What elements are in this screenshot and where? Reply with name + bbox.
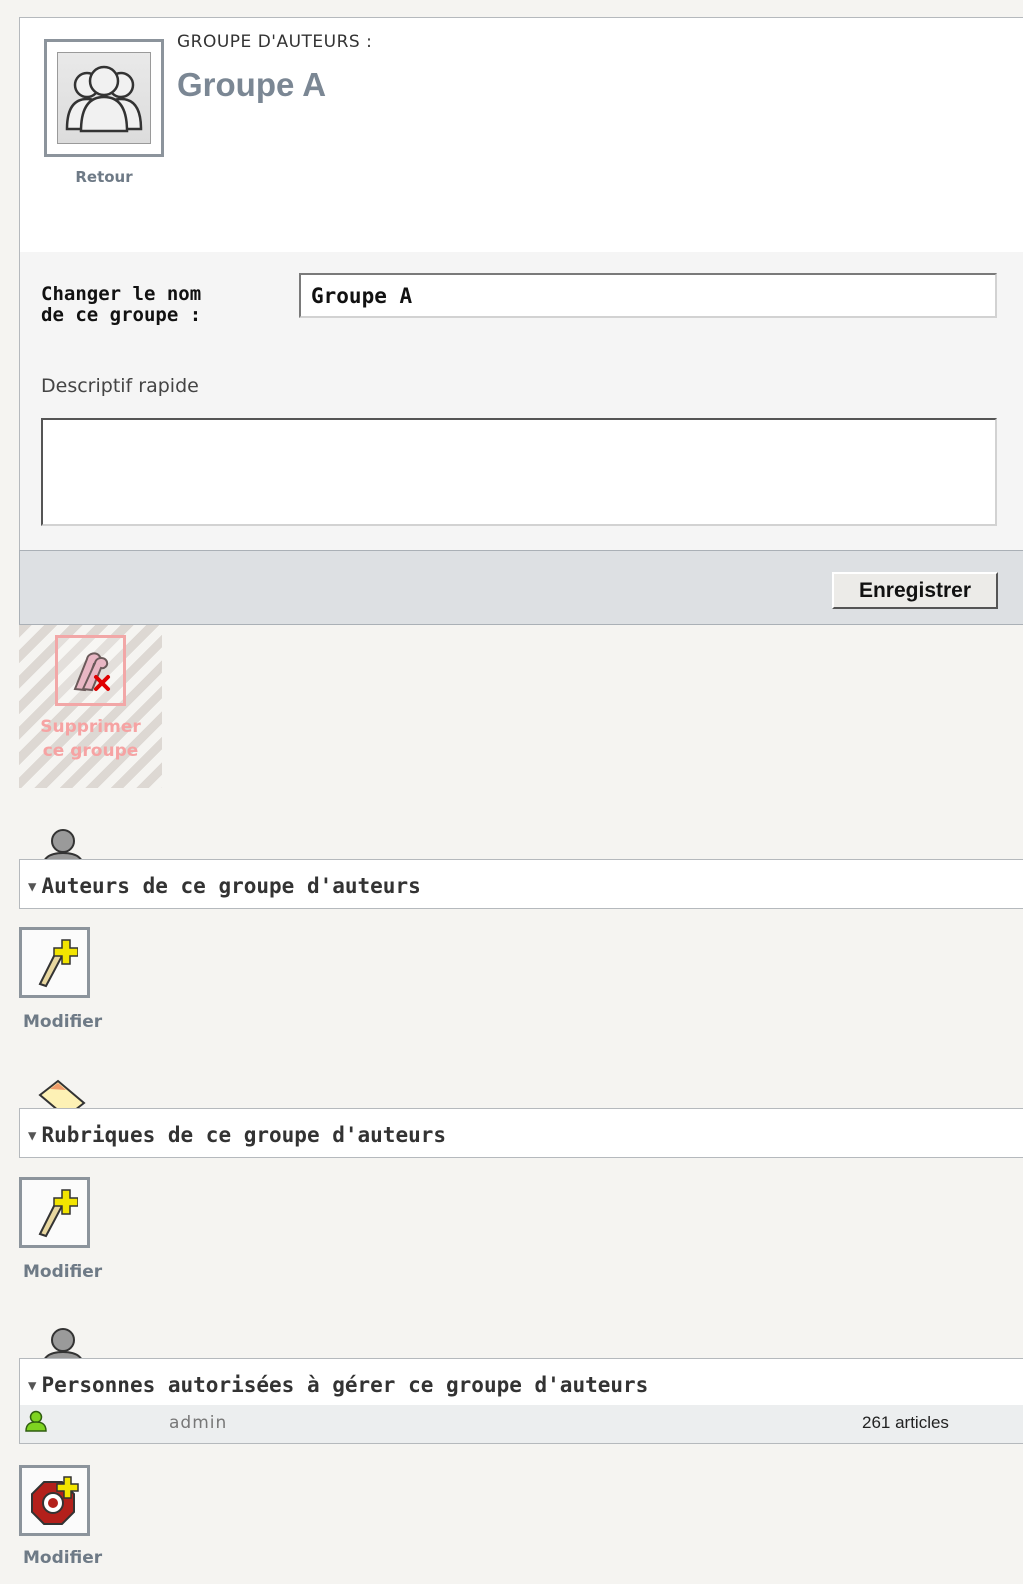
rubriques-section-title[interactable]: ▼ Rubriques de ce groupe d'auteurs (28, 1123, 446, 1147)
delete-label-line2: ce groupe (42, 741, 139, 761)
group-header-box (19, 17, 1023, 253)
group-name-input[interactable] (299, 273, 997, 318)
delete-label-line1: Supprimer (40, 717, 141, 737)
authors-section-label: Auteurs de ce groupe d'auteurs (41, 874, 421, 898)
pen-add-icon (38, 938, 78, 987)
description-textarea[interactable] (41, 418, 997, 526)
group-avatar[interactable] (44, 39, 164, 157)
rubriques-modify-button[interactable] (19, 1177, 90, 1248)
user-green-icon (24, 1410, 48, 1436)
group-users-icon (57, 52, 151, 144)
triangle-down-icon: ▼ (28, 1128, 37, 1144)
pen-add-icon (38, 1188, 78, 1237)
admin-add-icon (30, 1475, 79, 1525)
authors-modify-button[interactable] (19, 927, 90, 998)
name-field-label: Changer le nom de ce groupe : (41, 284, 281, 326)
rubriques-section-label: Rubriques de ce groupe d'auteurs (41, 1123, 447, 1147)
manager-article-count: 261 articles (862, 1413, 949, 1432)
group-kicker: GROUPE D'AUTEURS : (177, 32, 373, 52)
delete-group-label[interactable]: Supprimer ce groupe (19, 715, 162, 763)
description-label: Descriptif rapide (41, 375, 199, 397)
save-button[interactable]: Enregistrer (832, 572, 998, 609)
name-label-line2: de ce groupe : (41, 304, 202, 326)
managers-modify-label[interactable]: Modifier (23, 1548, 102, 1568)
delete-group-icon[interactable] (55, 635, 126, 706)
triangle-down-icon: ▼ (28, 1378, 37, 1394)
rubriques-modify-label[interactable]: Modifier (23, 1262, 102, 1282)
triangle-down-icon: ▼ (28, 879, 37, 895)
managers-section-title[interactable]: ▼ Personnes autorisées à gérer ce groupe … (28, 1373, 648, 1397)
managers-modify-button[interactable] (19, 1465, 90, 1536)
managers-section-label: Personnes autorisées à gérer ce groupe d… (41, 1373, 649, 1397)
manager-name[interactable]: admin (169, 1413, 227, 1433)
authors-modify-label[interactable]: Modifier (23, 1012, 102, 1032)
page-title: Groupe A (177, 66, 327, 103)
back-link[interactable]: Retour (44, 168, 164, 186)
authors-section-title[interactable]: ▼ Auteurs de ce groupe d'auteurs (28, 874, 421, 898)
name-label-line1: Changer le nom (41, 283, 202, 305)
